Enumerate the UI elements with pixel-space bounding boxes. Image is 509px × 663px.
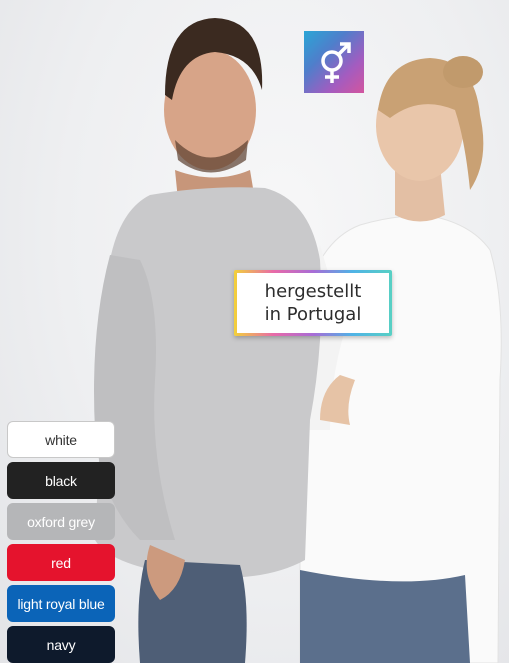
color-swatch-navy[interactable]: navy xyxy=(7,626,115,663)
color-swatch-label: red xyxy=(51,554,71,571)
color-swatch-light-royal-blue[interactable]: light royal blue xyxy=(7,585,115,622)
color-swatch-black[interactable]: black xyxy=(7,462,115,499)
color-swatch-label: black xyxy=(45,472,77,489)
woman-model xyxy=(297,56,502,663)
color-swatch-label: oxford grey xyxy=(27,513,95,530)
origin-line-2: in Portugal xyxy=(264,304,362,325)
unisex-gender-icon xyxy=(321,42,351,83)
man-model xyxy=(94,18,322,663)
color-swatch-label: light royal blue xyxy=(17,595,105,612)
unisex-badge xyxy=(304,31,364,93)
origin-line-1: hergestellt xyxy=(264,281,362,302)
color-swatch-white[interactable]: white xyxy=(7,421,115,458)
color-swatch-label: white xyxy=(45,431,77,448)
color-swatch-label: navy xyxy=(46,636,76,653)
color-swatch-oxford-grey[interactable]: oxford grey xyxy=(7,503,115,540)
product-image: hergestellt in Portugal white black oxfo… xyxy=(0,0,509,663)
color-swatch-red[interactable]: red xyxy=(7,544,115,581)
color-swatch-list: white black oxford grey red light royal … xyxy=(7,421,115,663)
made-in-portugal-badge: hergestellt in Portugal xyxy=(234,270,392,336)
